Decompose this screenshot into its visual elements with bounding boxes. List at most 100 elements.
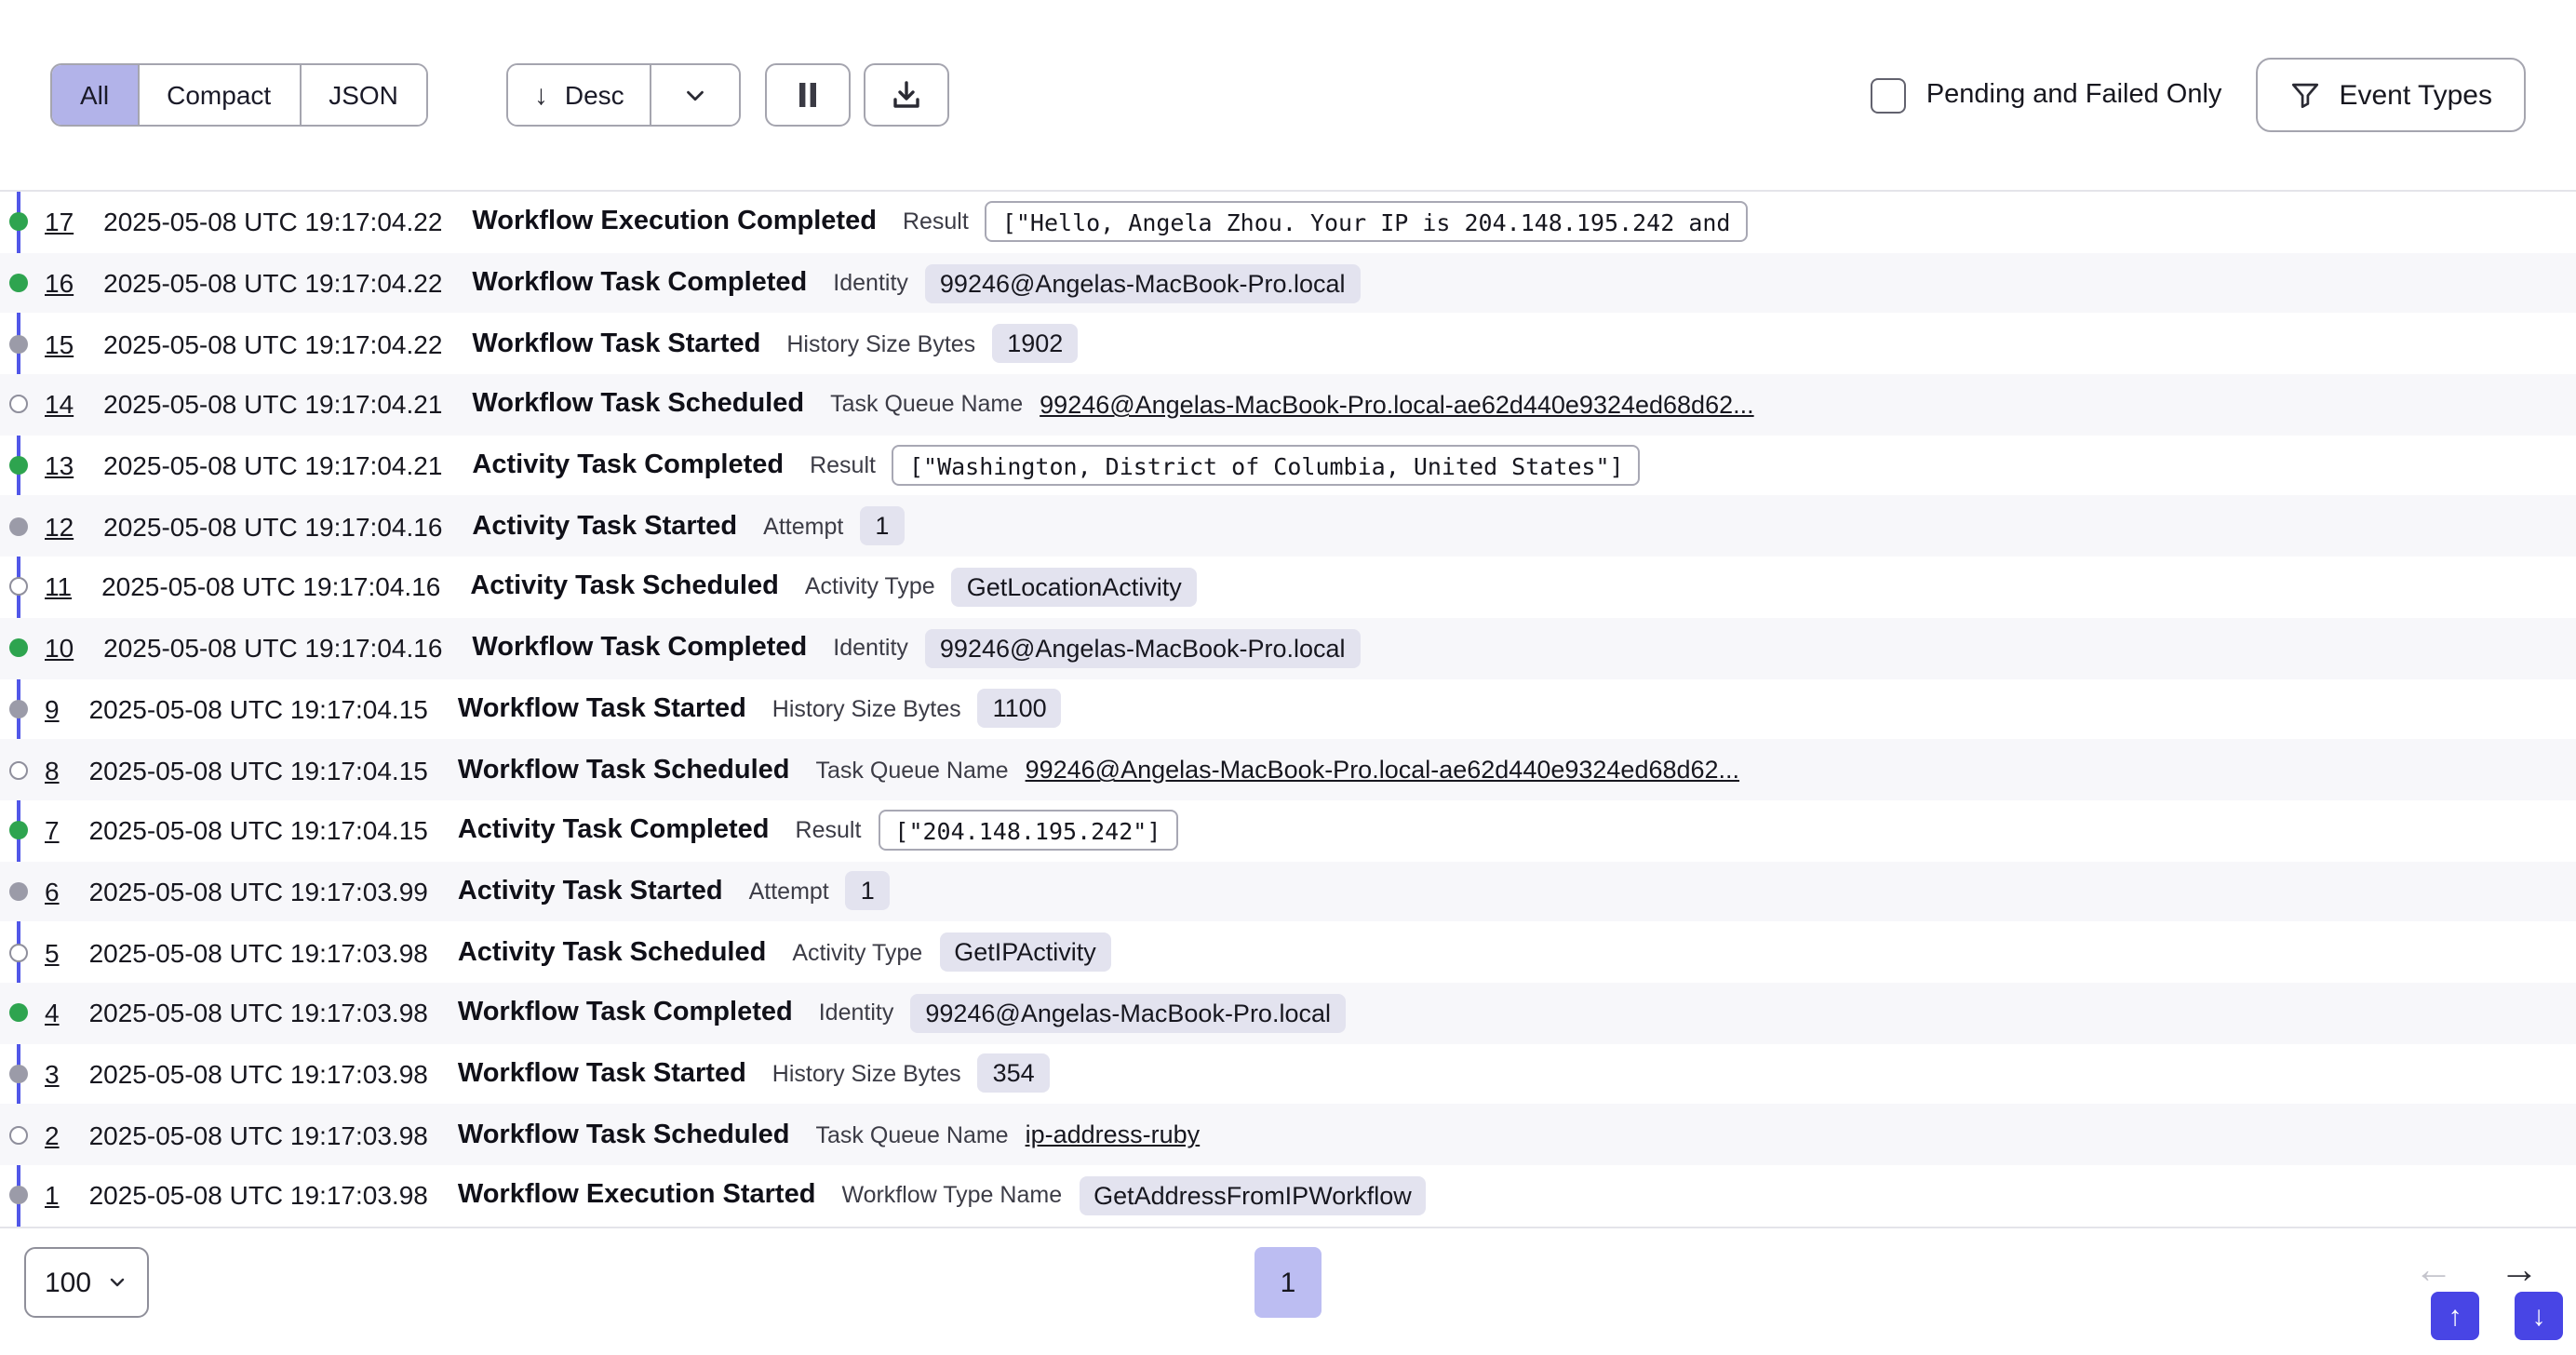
- event-name: Activity Task Completed: [472, 450, 784, 480]
- event-row[interactable]: 17 2025-05-08 UTC 19:17:04.22 Workflow E…: [0, 192, 2576, 252]
- event-id-link[interactable]: 3: [45, 1059, 60, 1089]
- event-status-dot: [8, 760, 27, 779]
- event-name: Workflow Task Started: [458, 1059, 746, 1089]
- event-id-link[interactable]: 5: [45, 937, 60, 967]
- event-row[interactable]: 11 2025-05-08 UTC 19:17:04.16 Activity T…: [0, 557, 2576, 617]
- event-timestamp: 2025-05-08 UTC 19:17:04.15: [89, 694, 428, 724]
- pagination-arrows: ← →: [2414, 1251, 2539, 1290]
- event-status-dot: [8, 396, 27, 414]
- event-id-link[interactable]: 4: [45, 999, 60, 1028]
- event-id-link[interactable]: 2: [45, 1120, 60, 1149]
- event-id-link[interactable]: 11: [45, 572, 72, 602]
- event-timestamp: 2025-05-08 UTC 19:17:04.15: [89, 815, 428, 845]
- event-name: Activity Task Started: [458, 877, 723, 906]
- event-detail-label: History Size Bytes: [786, 330, 975, 356]
- event-detail-value: 354: [978, 1054, 1050, 1093]
- event-types-label: Event Types: [2339, 79, 2492, 111]
- pause-button[interactable]: [766, 63, 852, 127]
- event-status-dot: [8, 943, 27, 961]
- event-status-dot: [8, 1125, 27, 1144]
- page-size-select[interactable]: 100: [24, 1247, 149, 1318]
- event-row[interactable]: 2 2025-05-08 UTC 19:17:03.98 Workflow Ta…: [0, 1105, 2576, 1165]
- event-detail-label: Task Queue Name: [816, 757, 1009, 783]
- pagination-footer: 100 1 ← →: [0, 1227, 2576, 1355]
- event-name: Workflow Task Scheduled: [472, 390, 804, 420]
- event-id-link[interactable]: 10: [45, 633, 74, 663]
- tab-all[interactable]: All: [52, 65, 139, 125]
- event-detail-label: Identity: [833, 270, 908, 296]
- sort-label: Desc: [565, 80, 624, 110]
- event-id-link[interactable]: 16: [45, 268, 74, 298]
- event-row[interactable]: 16 2025-05-08 UTC 19:17:04.22 Workflow T…: [0, 252, 2576, 313]
- event-detail-label: History Size Bytes: [772, 696, 961, 722]
- event-name: Workflow Task Completed: [472, 268, 807, 298]
- event-id-link[interactable]: 17: [45, 208, 74, 237]
- event-status-dot: [8, 882, 27, 901]
- event-timestamp: 2025-05-08 UTC 19:17:04.16: [103, 512, 442, 542]
- event-id-link[interactable]: 12: [45, 512, 74, 542]
- event-row[interactable]: 12 2025-05-08 UTC 19:17:04.16 Activity T…: [0, 496, 2576, 557]
- event-detail-label: Task Queue Name: [830, 392, 1023, 418]
- event-row[interactable]: 14 2025-05-08 UTC 19:17:04.21 Workflow T…: [0, 374, 2576, 435]
- event-row[interactable]: 3 2025-05-08 UTC 19:17:03.98 Workflow Ta…: [0, 1043, 2576, 1104]
- prev-page-button[interactable]: ←: [2414, 1251, 2453, 1290]
- event-id-link[interactable]: 7: [45, 815, 60, 845]
- event-row[interactable]: 7 2025-05-08 UTC 19:17:04.15 Activity Ta…: [0, 800, 2576, 861]
- event-row[interactable]: 4 2025-05-08 UTC 19:17:03.98 Workflow Ta…: [0, 983, 2576, 1043]
- next-page-button[interactable]: →: [2500, 1251, 2539, 1290]
- sort-dropdown-button[interactable]: [652, 65, 740, 125]
- sort-direction-button[interactable]: ↓ Desc: [508, 65, 652, 125]
- event-timestamp: 2025-05-08 UTC 19:17:04.22: [103, 268, 442, 298]
- event-detail-value: ["204.148.195.242"]: [878, 810, 1177, 851]
- pending-failed-filter[interactable]: Pending and Failed Only: [1871, 77, 2222, 113]
- event-timestamp: 2025-05-08 UTC 19:17:03.98: [89, 999, 428, 1028]
- event-name: Activity Task Completed: [458, 815, 770, 845]
- tab-json[interactable]: JSON: [301, 65, 426, 125]
- event-detail-link[interactable]: 99246@Angelas-MacBook-Pro.local-ae62d440…: [1026, 756, 1739, 784]
- event-detail-value: ["Washington, District of Columbia, Unit…: [892, 445, 1641, 486]
- event-id-link[interactable]: 9: [45, 694, 60, 724]
- event-name: Workflow Task Completed: [458, 999, 793, 1028]
- event-detail-value: ["Hello, Angela Zhou. Your IP is 204.148…: [986, 202, 1748, 243]
- current-page-badge[interactable]: 1: [1254, 1247, 1322, 1318]
- event-row[interactable]: 13 2025-05-08 UTC 19:17:04.21 Activity T…: [0, 436, 2576, 496]
- tab-compact[interactable]: Compact: [139, 65, 301, 125]
- event-name: Workflow Execution Started: [458, 1181, 816, 1211]
- event-id-link[interactable]: 14: [45, 390, 74, 420]
- event-id-link[interactable]: 1: [45, 1181, 60, 1211]
- scroll-to-bottom-button[interactable]: ↓: [2515, 1292, 2563, 1340]
- download-icon: [891, 78, 924, 112]
- event-detail-value: GetLocationActivity: [952, 568, 1197, 607]
- event-row[interactable]: 1 2025-05-08 UTC 19:17:03.98 Workflow Ex…: [0, 1165, 2576, 1226]
- event-name: Activity Task Started: [472, 512, 737, 542]
- download-button[interactable]: [865, 63, 950, 127]
- event-row[interactable]: 6 2025-05-08 UTC 19:17:03.99 Activity Ta…: [0, 861, 2576, 921]
- event-id-link[interactable]: 6: [45, 877, 60, 906]
- event-status-dot: [8, 638, 27, 657]
- event-timestamp: 2025-05-08 UTC 19:17:04.16: [101, 572, 440, 602]
- event-id-link[interactable]: 8: [45, 755, 60, 785]
- chevron-down-icon: [106, 1271, 128, 1294]
- event-row[interactable]: 8 2025-05-08 UTC 19:17:04.15 Workflow Ta…: [0, 739, 2576, 799]
- event-name: Workflow Task Started: [458, 694, 746, 724]
- event-row[interactable]: 15 2025-05-08 UTC 19:17:04.22 Workflow T…: [0, 314, 2576, 374]
- scroll-to-top-button[interactable]: ↑: [2431, 1292, 2479, 1340]
- view-mode-tabs: All Compact JSON: [50, 63, 428, 127]
- pending-failed-checkbox[interactable]: [1871, 77, 1906, 113]
- event-row[interactable]: 10 2025-05-08 UTC 19:17:04.16 Workflow T…: [0, 618, 2576, 678]
- event-row[interactable]: 9 2025-05-08 UTC 19:17:04.15 Workflow Ta…: [0, 678, 2576, 739]
- page-size-value: 100: [45, 1267, 91, 1298]
- event-status-dot: [8, 213, 27, 232]
- event-detail-value: 99246@Angelas-MacBook-Pro.local: [925, 628, 1361, 667]
- event-detail-label: Attempt: [749, 879, 829, 905]
- event-id-link[interactable]: 15: [45, 329, 74, 358]
- event-detail-link[interactable]: ip-address-ruby: [1026, 1120, 1201, 1148]
- event-detail-link[interactable]: 99246@Angelas-MacBook-Pro.local-ae62d440…: [1040, 391, 1753, 419]
- event-timestamp: 2025-05-08 UTC 19:17:04.16: [103, 633, 442, 663]
- event-types-button[interactable]: Event Types: [2255, 58, 2526, 132]
- event-timestamp: 2025-05-08 UTC 19:17:03.98: [89, 1181, 428, 1211]
- event-timestamp: 2025-05-08 UTC 19:17:03.98: [89, 937, 428, 967]
- event-detail-label: Identity: [819, 1000, 894, 1026]
- event-id-link[interactable]: 13: [45, 450, 74, 480]
- event-row[interactable]: 5 2025-05-08 UTC 19:17:03.98 Activity Ta…: [0, 922, 2576, 983]
